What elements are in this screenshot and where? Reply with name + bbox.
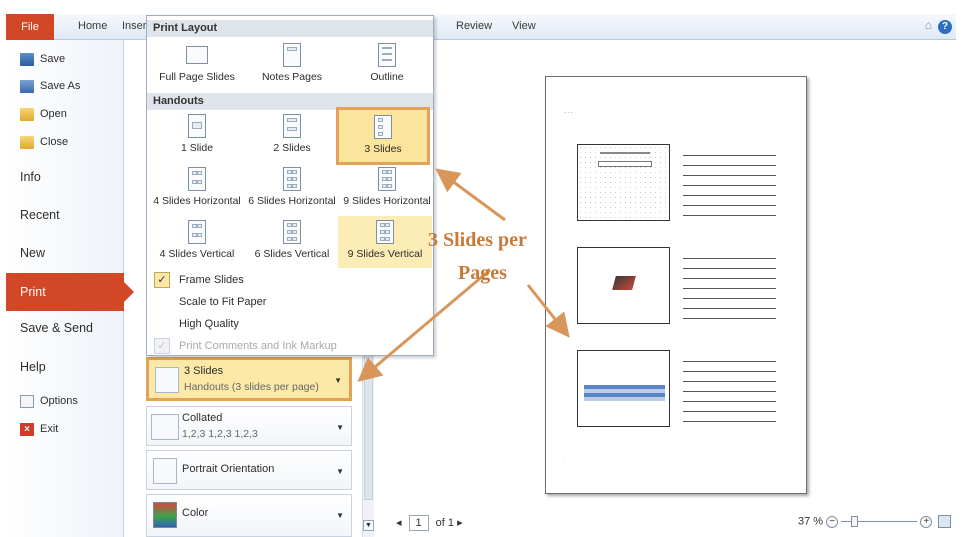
- zoom-level-label[interactable]: 37 %: [798, 515, 823, 527]
- arrow-to-3-slides-option: [435, 168, 506, 222]
- page-count-label: of 1: [435, 517, 455, 529]
- zoom-slider[interactable]: [841, 516, 918, 527]
- annotation-line-2: Pages: [458, 262, 507, 284]
- current-page-input[interactable]: 1: [408, 515, 429, 531]
- zoom-out-icon[interactable]: −: [826, 515, 839, 528]
- fit-to-window-icon[interactable]: [938, 515, 952, 528]
- zoom-control: 37 % − +: [798, 515, 952, 528]
- page-navigator: ◂ 1 of 1 ▸: [396, 515, 463, 531]
- arrow-to-preview-page: [526, 284, 570, 338]
- arrow-to-layout-selector: [357, 268, 491, 382]
- zoom-slider-knob[interactable]: [851, 516, 859, 527]
- previous-page-icon[interactable]: ◂: [396, 517, 402, 529]
- zoom-in-icon[interactable]: +: [920, 515, 933, 528]
- next-page-icon[interactable]: ▸: [457, 517, 463, 529]
- annotation-line-1: 3 Slides per: [428, 229, 527, 251]
